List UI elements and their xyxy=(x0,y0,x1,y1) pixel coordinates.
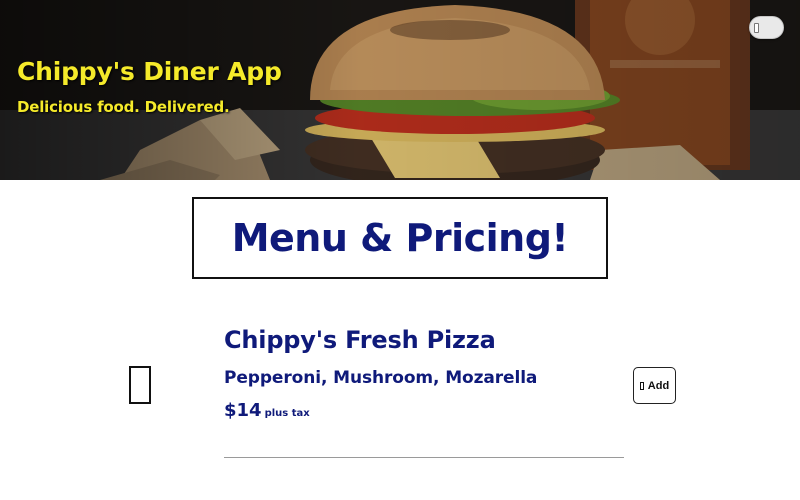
item-name: Chippy's Fresh Pizza xyxy=(224,326,496,354)
theme-toggle[interactable] xyxy=(749,16,784,39)
menu-heading: Menu & Pricing! xyxy=(231,216,569,260)
price-note: plus tax xyxy=(264,408,310,419)
add-button-label: Add xyxy=(647,379,670,392)
item-description: Pepperoni, Mushroom, Mozarella xyxy=(224,368,538,388)
app-tagline: Delicious food. Delivered. xyxy=(17,98,230,116)
price-amount: $14 xyxy=(224,400,262,421)
missing-glyph-icon xyxy=(639,381,644,390)
hero-overlay xyxy=(0,0,800,180)
toggle-switch-icon xyxy=(754,23,759,33)
item-price: $14 plus tax xyxy=(224,400,310,421)
menu-heading-box: Menu & Pricing! xyxy=(192,197,608,279)
missing-glyph-icon xyxy=(129,366,151,404)
add-to-cart-button[interactable]: Add xyxy=(633,367,676,404)
hero-banner: Chippy's Diner App Delicious food. Deliv… xyxy=(0,0,800,180)
app-title: Chippy's Diner App xyxy=(17,57,282,86)
item-divider xyxy=(224,457,624,458)
